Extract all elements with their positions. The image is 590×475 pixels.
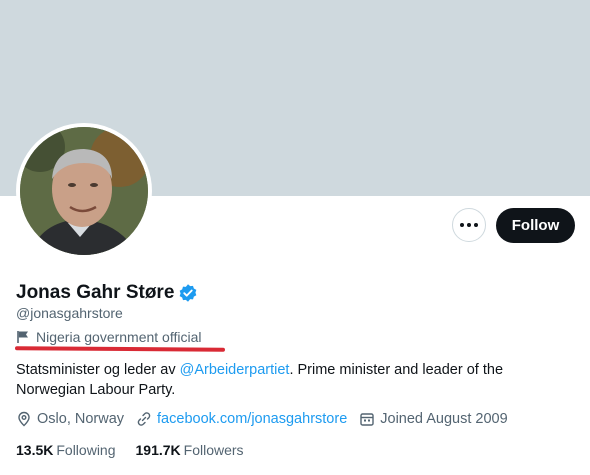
following-stat[interactable]: 13.5K Following bbox=[16, 442, 116, 458]
affiliation-label: Nigeria government official bbox=[16, 329, 202, 345]
more-options-button[interactable] bbox=[452, 208, 486, 242]
avatar[interactable] bbox=[16, 123, 152, 259]
location-text: Oslo, Norway bbox=[37, 411, 125, 427]
annotation-underline bbox=[14, 346, 226, 352]
avatar-image bbox=[20, 127, 148, 255]
location-pin-icon bbox=[18, 411, 30, 427]
calendar-icon bbox=[360, 413, 374, 426]
profile-bio: Statsminister og leder av @Arbeiderparti… bbox=[16, 360, 556, 400]
followers-label: Followers bbox=[183, 442, 244, 458]
website-link[interactable]: facebook.com/jonasgahrstore bbox=[157, 411, 347, 427]
bio-text-start: Statsminister og leder av bbox=[16, 362, 180, 378]
link-icon bbox=[137, 412, 151, 426]
profile-handle: @jonasgahrstore bbox=[16, 305, 123, 321]
verified-badge-icon bbox=[178, 283, 198, 303]
flag-icon bbox=[16, 330, 30, 344]
follow-button[interactable]: Follow bbox=[496, 208, 575, 243]
joined-text: Joined August 2009 bbox=[380, 411, 508, 427]
more-icon bbox=[460, 223, 478, 227]
affiliation-text: Nigeria government official bbox=[36, 329, 202, 345]
website-item[interactable]: facebook.com/jonasgahrstore bbox=[136, 411, 347, 427]
follow-stats: 13.5K Following 191.7K Followers bbox=[16, 442, 264, 458]
profile-meta: Oslo, Norway facebook.com/jonasgahrstore… bbox=[16, 411, 520, 427]
location-item: Oslo, Norway bbox=[16, 411, 124, 427]
following-count: 13.5K bbox=[16, 442, 54, 458]
profile-name-row: Jonas Gahr Støre bbox=[16, 282, 198, 304]
avatar-photo bbox=[20, 127, 148, 255]
joined-item: Joined August 2009 bbox=[359, 411, 508, 427]
followers-count: 191.7K bbox=[135, 442, 181, 458]
followers-stat[interactable]: 191.7K Followers bbox=[136, 442, 244, 458]
following-label: Following bbox=[56, 442, 116, 458]
bio-mention-link[interactable]: @Arbeiderpartiet bbox=[180, 362, 290, 378]
display-name: Jonas Gahr Støre bbox=[16, 282, 175, 303]
